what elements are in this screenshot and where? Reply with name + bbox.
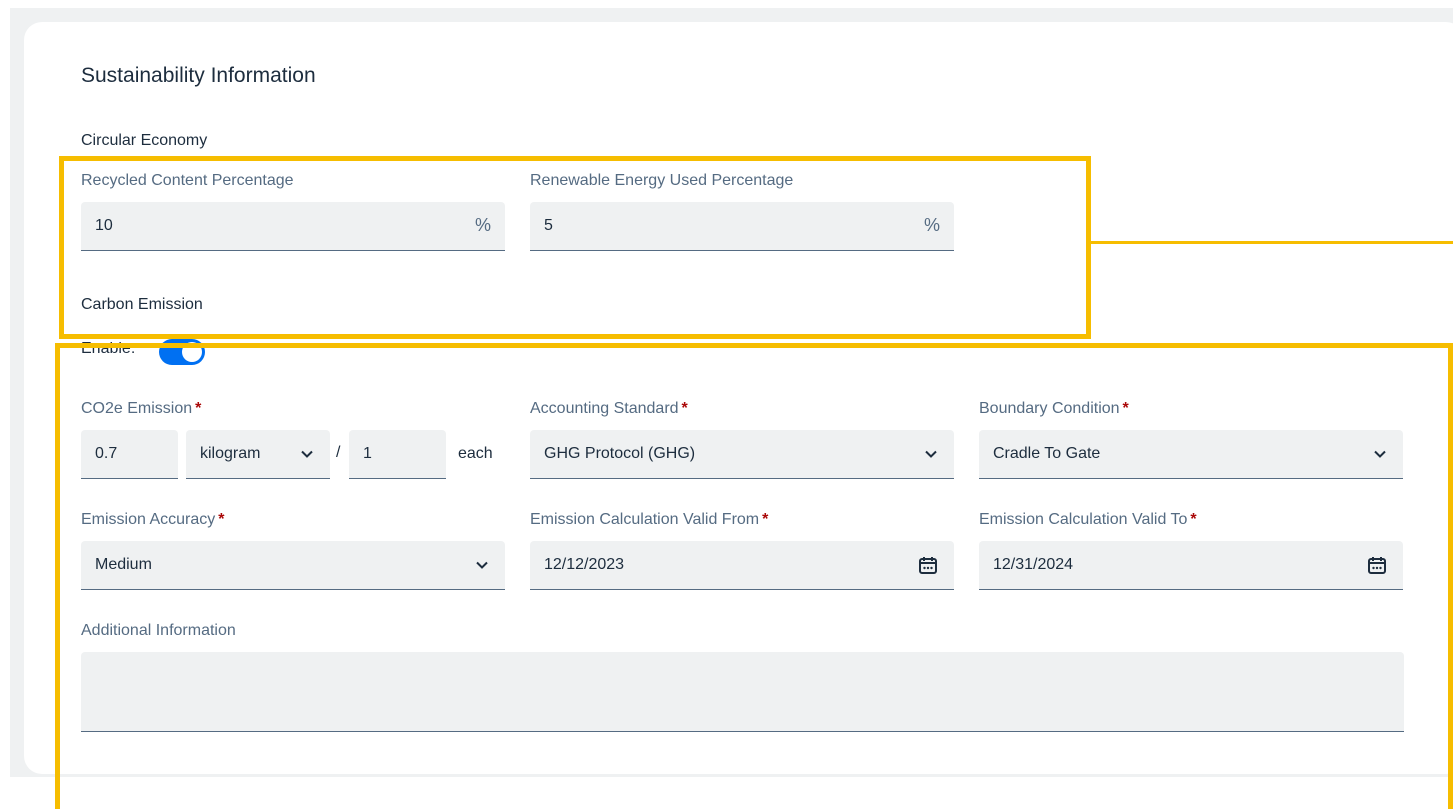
valid-from-datepicker[interactable]: 12/12/2023	[530, 541, 954, 590]
accounting-standard-select[interactable]: GHG Protocol (GHG)	[530, 430, 954, 479]
section-title: Sustainability Information	[81, 64, 316, 87]
renewable-energy-value: 5	[544, 217, 553, 234]
highlight-connector-line	[1088, 241, 1453, 244]
per-unit-text: each	[458, 445, 493, 462]
chevron-down-icon	[301, 450, 313, 458]
boundary-condition-label: Boundary Condition *	[979, 400, 1129, 417]
emission-accuracy-select[interactable]: Medium	[81, 541, 505, 590]
circular-economy-title: Circular Economy	[81, 132, 208, 149]
chevron-down-icon	[1374, 450, 1386, 458]
per-quantity-input[interactable]: 1	[349, 430, 446, 479]
boundary-condition-select[interactable]: Cradle To Gate	[979, 430, 1403, 479]
calendar-icon[interactable]	[918, 555, 938, 575]
additional-info-label: Additional Information	[81, 622, 236, 639]
accounting-standard-label: Accounting Standard *	[530, 400, 688, 417]
chevron-down-icon	[925, 450, 937, 458]
recycled-content-label: Recycled Content Percentage	[81, 172, 294, 189]
per-separator: /	[336, 444, 341, 461]
carbon-emission-title: Carbon Emission	[81, 296, 203, 313]
percent-unit: %	[923, 215, 940, 235]
enable-toggle[interactable]	[159, 339, 205, 365]
enable-label: Enable:	[81, 342, 136, 356]
co2e-emission-label: CO2e Emission *	[81, 400, 202, 417]
calendar-icon[interactable]	[1367, 555, 1387, 575]
percent-unit: %	[474, 215, 491, 235]
co2e-value-input[interactable]: 0.7	[81, 430, 178, 479]
valid-to-datepicker[interactable]: 12/31/2024	[979, 541, 1403, 590]
co2e-unit-select[interactable]: kilogram	[186, 430, 330, 479]
recycled-content-input[interactable]: 10 %	[81, 202, 505, 251]
renewable-energy-label: Renewable Energy Used Percentage	[530, 172, 794, 189]
chevron-down-icon	[476, 561, 488, 569]
valid-to-label: Emission Calculation Valid To *	[979, 511, 1197, 528]
emission-accuracy-label: Emission Accuracy *	[81, 511, 225, 528]
recycled-content-value: 10	[95, 217, 113, 234]
additional-info-textarea[interactable]	[81, 652, 1404, 732]
toggle-knob	[182, 342, 202, 362]
renewable-energy-input[interactable]: 5 %	[530, 202, 954, 251]
valid-from-label: Emission Calculation Valid From *	[530, 511, 769, 528]
